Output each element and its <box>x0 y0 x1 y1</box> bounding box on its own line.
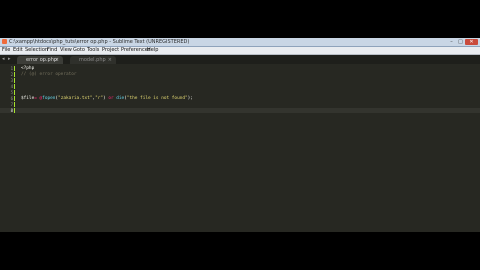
menu-selection[interactable]: Selection <box>25 47 48 54</box>
tab-close-icon[interactable]: × <box>55 56 59 64</box>
window-title: C:\xampp\htdocs\php_tuts\error op.php - … <box>9 39 190 45</box>
sublime-window: C:\xampp\htdocs\php_tuts\error op.php - … <box>0 38 480 232</box>
tab-label: error op.php <box>26 57 58 63</box>
code-line: <?php <box>21 66 34 71</box>
menu-file[interactable]: File <box>2 47 10 54</box>
menu-bar: File Edit Selection Find View Goto Tools… <box>0 47 480 55</box>
line-number: 8 <box>10 108 13 113</box>
line-number: 7 <box>10 102 13 107</box>
tab-nav-left-icon[interactable]: ◂ <box>2 55 5 64</box>
minimize-button[interactable]: – <box>447 39 456 45</box>
line-number: 4 <box>10 84 13 89</box>
line-number: 3 <box>10 78 13 83</box>
tab-error-op[interactable]: error op.php × <box>17 56 63 64</box>
menu-goto[interactable]: Goto <box>73 47 85 54</box>
code-editor[interactable]: 1 2 3 4 5 6 7 8 <?php // (@) error opera… <box>0 64 480 232</box>
modified-line-marker <box>14 66 15 71</box>
code-token: ); <box>187 96 193 101</box>
code-line: $file= @fopen("zakaria.txt","r") or die(… <box>21 96 193 101</box>
line-number: 6 <box>10 96 13 101</box>
code-token: "the file is not found" <box>126 96 188 101</box>
close-button[interactable]: ✕ <box>465 39 478 45</box>
code-token: die <box>116 96 125 101</box>
tab-close-icon[interactable]: × <box>108 56 112 64</box>
code-token: $file <box>21 96 35 101</box>
code-token: "r" <box>95 96 104 101</box>
modified-line-marker <box>14 84 15 89</box>
tab-label: model.php <box>79 57 106 63</box>
line-number: 1 <box>10 66 13 71</box>
code-token: // (@) error operator <box>21 72 77 77</box>
tab-bar: ◂ ▸ error op.php × model.php × <box>0 55 480 64</box>
modified-line-marker <box>14 96 15 101</box>
current-line-highlight <box>0 108 480 113</box>
menu-view[interactable]: View <box>60 47 72 54</box>
menu-help[interactable]: Help <box>147 47 158 54</box>
title-bar: C:\xampp\htdocs\php_tuts\error op.php - … <box>0 38 480 47</box>
code-token: "zakaria.txt" <box>58 96 93 101</box>
tab-nav-right-icon[interactable]: ▸ <box>8 55 11 64</box>
modified-line-marker <box>14 90 15 95</box>
sublime-app-icon <box>2 39 7 44</box>
modified-line-marker <box>14 78 15 83</box>
modified-line-marker <box>14 102 15 107</box>
code-line: // (@) error operator <box>21 72 77 77</box>
maximize-button[interactable]: □ <box>456 39 465 45</box>
line-number: 2 <box>10 72 13 77</box>
line-number: 5 <box>10 90 13 95</box>
menu-find[interactable]: Find <box>47 47 57 54</box>
menu-tools[interactable]: Tools <box>87 47 99 54</box>
menu-edit[interactable]: Edit <box>13 47 23 54</box>
menu-project[interactable]: Project <box>102 47 119 54</box>
modified-line-marker <box>14 72 15 77</box>
modified-line-marker <box>14 108 15 113</box>
code-token: <?php <box>21 66 35 71</box>
menu-preferences[interactable]: Preferences <box>121 47 150 54</box>
tab-model[interactable]: model.php × <box>70 56 116 64</box>
code-token: fopen <box>42 96 56 101</box>
